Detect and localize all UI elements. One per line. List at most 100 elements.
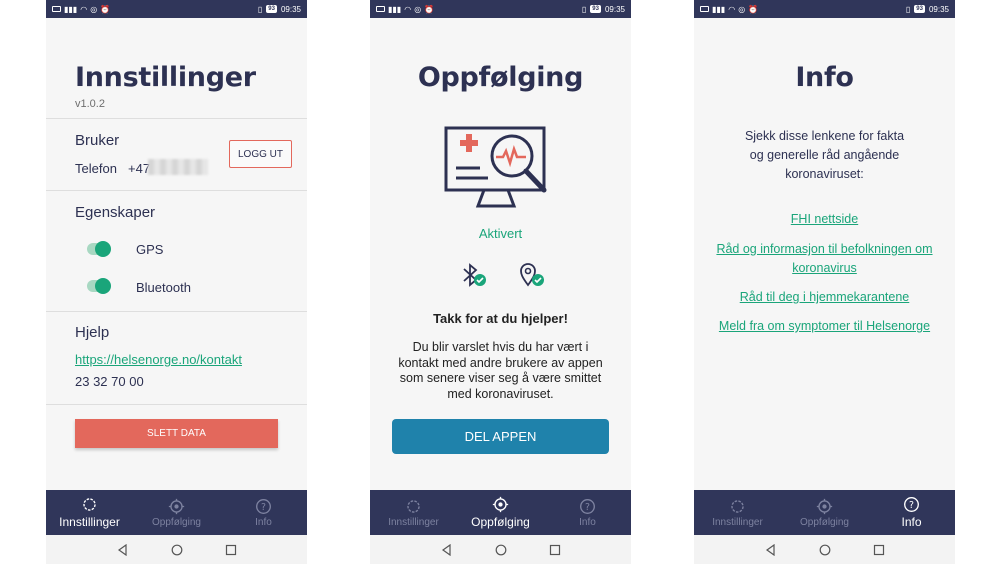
target-icon bbox=[168, 498, 185, 514]
system-nav bbox=[694, 535, 955, 564]
settings-screen: ▮▮▮ ◠ ◎ ⏰ ▯ 93 09:35 Innstillinger v1.0.… bbox=[46, 0, 307, 564]
bottom-nav: Innstillinger Oppfølging ? Info bbox=[370, 490, 631, 535]
message-line: kontakt med andre brukere av appen bbox=[398, 355, 603, 370]
question-icon: ? bbox=[904, 497, 919, 512]
link-home-quarantine[interactable]: Råd til deg i hjemmekarantene bbox=[694, 288, 955, 307]
masked-phone-number bbox=[148, 159, 208, 175]
location-status-icon: ◎ bbox=[738, 4, 746, 14]
back-triangle-icon[interactable] bbox=[441, 543, 453, 556]
home-circle-icon[interactable] bbox=[819, 544, 831, 556]
carrier-icon bbox=[376, 6, 385, 12]
nav-tab-followup[interactable]: Oppfølging bbox=[781, 490, 868, 535]
question-icon: ? bbox=[256, 498, 271, 514]
link-report-symptoms[interactable]: Meld fra om symptomer til Helsenorge bbox=[694, 317, 955, 336]
nav-tab-info[interactable]: ? Info bbox=[544, 490, 631, 535]
bottom-nav: Innstillinger Oppfølging ? Info bbox=[694, 490, 955, 535]
nav-label: Innstillinger bbox=[388, 516, 439, 528]
divider bbox=[46, 190, 307, 191]
bluetooth-label: Bluetooth bbox=[136, 280, 191, 295]
gps-toggle[interactable] bbox=[87, 241, 111, 257]
phone-prefix: +47 bbox=[128, 161, 151, 176]
info-screen: ▮▮▮ ◠ ◎ ⏰ ▯ 93 09:35 Info Sjekk disse le… bbox=[694, 0, 955, 564]
bluetooth-toggle[interactable] bbox=[87, 278, 111, 294]
logout-button[interactable]: LOGG UT bbox=[229, 140, 292, 168]
system-nav bbox=[370, 535, 631, 564]
message-line: Du blir varslet hvis du har vært i bbox=[412, 340, 589, 354]
vibrate-icon: ▯ bbox=[905, 4, 911, 14]
page-title: Innstillinger bbox=[75, 62, 256, 93]
help-heading: Hjelp bbox=[75, 324, 110, 341]
battery-indicator: 93 bbox=[266, 5, 277, 13]
vibrate-icon: ▯ bbox=[581, 4, 587, 14]
link-fhi[interactable]: FHI nettside bbox=[694, 210, 955, 229]
home-circle-icon[interactable] bbox=[171, 544, 183, 556]
nav-label: Info bbox=[901, 515, 922, 529]
clock: 09:35 bbox=[280, 4, 301, 14]
nav-tab-info[interactable]: ? Info bbox=[220, 490, 307, 535]
alarm-icon: ⏰ bbox=[748, 4, 759, 14]
divider bbox=[46, 404, 307, 405]
target-icon bbox=[816, 498, 833, 514]
followup-screen: ▮▮▮ ◠ ◎ ⏰ ▯ 93 09:35 Oppfølging Aktivert… bbox=[370, 0, 631, 564]
page-title: Oppfølging bbox=[417, 62, 584, 93]
nav-label: Oppfølging bbox=[152, 516, 201, 528]
delete-data-button[interactable]: SLETT DATA bbox=[75, 419, 278, 448]
nav-label: Innstillinger bbox=[59, 515, 120, 529]
link-line: Råd til deg i hjemmekarantene bbox=[739, 290, 910, 304]
status-bar: ▮▮▮ ◠ ◎ ⏰ ▯ 93 09:35 bbox=[46, 0, 307, 18]
vibrate-icon: ▯ bbox=[257, 4, 263, 14]
alarm-icon: ⏰ bbox=[424, 4, 435, 14]
notification-message: Du blir varslet hvis du har vært i konta… bbox=[370, 340, 631, 402]
intro-line: Sjekk disse lenkene for fakta bbox=[744, 129, 905, 143]
bottom-nav: Innstillinger Oppfølging ? Info bbox=[46, 490, 307, 535]
battery-indicator: 93 bbox=[590, 5, 601, 13]
message-line: som senere viser seg å være smittet bbox=[399, 371, 602, 385]
toggle-knob bbox=[95, 241, 111, 257]
nav-tab-followup[interactable]: Oppfølging bbox=[457, 490, 544, 535]
nav-tab-info[interactable]: ? Info bbox=[868, 490, 955, 535]
divider bbox=[46, 311, 307, 312]
divider bbox=[46, 118, 307, 119]
question-icon: ? bbox=[580, 498, 595, 514]
gps-label: GPS bbox=[136, 242, 164, 257]
link-advice-population[interactable]: Råd og informasjon til befolkningen om k… bbox=[694, 240, 955, 278]
status-bar: ▮▮▮ ◠ ◎ ⏰ ▯ 93 09:35 bbox=[694, 0, 955, 18]
share-app-button[interactable]: DEL APPEN bbox=[392, 419, 609, 454]
signal-icon: ▮▮▮ bbox=[64, 4, 78, 14]
signal-icon: ▮▮▮ bbox=[388, 4, 402, 14]
back-triangle-icon[interactable] bbox=[117, 543, 129, 556]
back-triangle-icon[interactable] bbox=[765, 543, 777, 556]
gear-icon bbox=[83, 498, 96, 511]
wifi-icon: ◠ bbox=[80, 4, 88, 14]
link-line: Meld fra om symptomer til Helsenorge bbox=[718, 319, 931, 333]
carrier-icon bbox=[52, 6, 61, 12]
gear-icon bbox=[407, 499, 420, 513]
bluetooth-check-icon bbox=[463, 263, 486, 287]
nav-tab-followup[interactable]: Oppfølging bbox=[133, 490, 220, 535]
target-icon bbox=[492, 496, 509, 513]
clock: 09:35 bbox=[604, 4, 625, 14]
clock: 09:35 bbox=[928, 4, 949, 14]
user-heading: Bruker bbox=[75, 132, 120, 149]
nav-tab-settings[interactable]: Innstillinger bbox=[370, 490, 457, 535]
monitor-health-icon bbox=[444, 126, 547, 208]
svg-text:?: ? bbox=[909, 500, 914, 511]
page-title: Info bbox=[795, 62, 854, 93]
link-line: koronavirus bbox=[792, 261, 857, 275]
help-link[interactable]: https://helsenorge.no/kontakt bbox=[75, 352, 242, 367]
location-check-icon bbox=[520, 263, 544, 287]
location-status-icon: ◎ bbox=[90, 4, 98, 14]
nav-label: Info bbox=[255, 516, 272, 528]
gear-icon bbox=[731, 499, 744, 513]
recent-square-icon[interactable] bbox=[873, 544, 885, 556]
link-line: Råd og informasjon til befolkningen om bbox=[716, 242, 933, 256]
nav-label: Oppfølging bbox=[800, 516, 849, 528]
home-circle-icon[interactable] bbox=[495, 544, 507, 556]
thanks-heading: Takk for at du hjelper! bbox=[433, 311, 568, 326]
nav-tab-settings[interactable]: Innstillinger bbox=[694, 490, 781, 535]
recent-square-icon[interactable] bbox=[225, 544, 237, 556]
recent-square-icon[interactable] bbox=[549, 544, 561, 556]
link-line: FHI nettside bbox=[790, 212, 859, 226]
tracking-status: Aktivert bbox=[478, 226, 523, 241]
nav-tab-settings[interactable]: Innstillinger bbox=[46, 490, 133, 535]
